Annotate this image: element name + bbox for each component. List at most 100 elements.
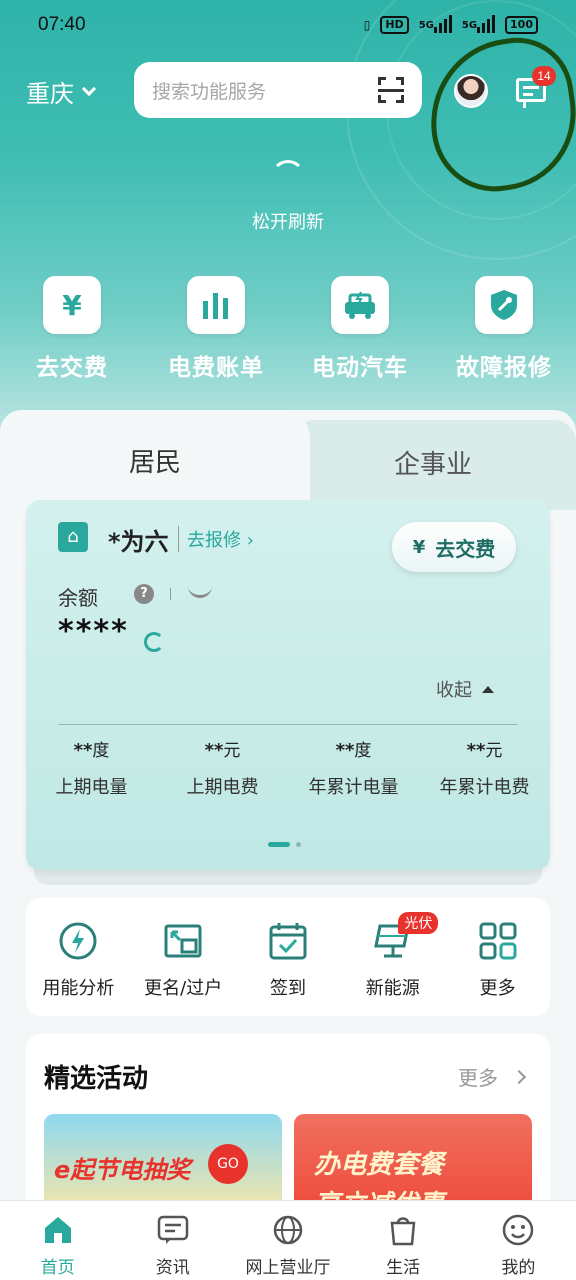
section-title: 精选活动 bbox=[44, 1064, 149, 1094]
nav-label: 首页 bbox=[40, 1258, 75, 1278]
home-icon: ⌂ bbox=[58, 522, 88, 552]
service-transfer[interactable]: 更名/过户 bbox=[131, 920, 236, 1016]
activity-banner-package[interactable]: 办电费套餐 享立减优惠 bbox=[294, 1114, 532, 1214]
pay-button[interactable]: ¥ 去交费 bbox=[392, 522, 516, 572]
nav-label: 我的 bbox=[501, 1258, 536, 1278]
quick-action-label: 电费账单 bbox=[168, 355, 264, 381]
main-panel: 企事业 居民 ⌂ *为六 去报修 › ¥ 去交费 余额 ? **** 收起 **… bbox=[0, 410, 576, 1234]
nav-news[interactable]: 资讯 bbox=[115, 1201, 230, 1280]
quick-action-label: 去交费 bbox=[36, 355, 108, 381]
refresh-icon[interactable] bbox=[144, 632, 164, 652]
service-new-energy[interactable]: 新能源 光伏 bbox=[340, 912, 445, 1016]
balance-value: **** bbox=[58, 614, 129, 649]
energy-analysis-icon bbox=[59, 922, 97, 960]
go-badge: GO bbox=[208, 1144, 248, 1184]
stat-year-fee: **元 年累计电费 bbox=[419, 736, 550, 799]
tab-resident[interactable]: 居民 bbox=[0, 410, 310, 510]
city-selector[interactable]: 重庆 bbox=[26, 74, 97, 109]
stat-unit: 元 bbox=[223, 741, 241, 761]
bottom-nav: 首页 资讯 网上营业厅 生活 我的 bbox=[0, 1200, 576, 1280]
quick-action-pay[interactable]: ¥ 去交费 bbox=[0, 276, 144, 382]
home-icon bbox=[44, 1217, 71, 1243]
stat-label: 年累计电量 bbox=[308, 777, 399, 798]
yen-icon: ¥ bbox=[412, 536, 426, 558]
loading-spinner-icon bbox=[271, 160, 305, 194]
quick-actions: ¥ 去交费 电费账单 电动汽车 故障报修 bbox=[0, 276, 576, 382]
ev-car-icon bbox=[331, 276, 389, 334]
stat-value: ** bbox=[466, 740, 486, 761]
stat-value: ** bbox=[335, 740, 355, 761]
pay-button-label: 去交费 bbox=[435, 536, 496, 561]
shield-wrench-icon bbox=[475, 276, 533, 334]
pull-refresh-text: 松开刷新 bbox=[252, 212, 324, 233]
banner-text: 办电费套餐 bbox=[314, 1150, 445, 1180]
battery-icon: 100 bbox=[505, 16, 538, 34]
grid-icon bbox=[479, 922, 517, 960]
stat-unit: 度 bbox=[354, 741, 372, 761]
stat-last-usage: **度 上期电量 bbox=[26, 736, 157, 799]
nav-label: 网上营业厅 bbox=[245, 1258, 331, 1278]
divider bbox=[170, 588, 171, 600]
calendar-check-icon bbox=[269, 923, 307, 960]
carousel-indicator bbox=[268, 842, 301, 847]
carousel-dot-active bbox=[268, 842, 290, 847]
usage-stats: **度 上期电量 **元 上期电费 **度 年累计电量 **元 年累计电费 bbox=[26, 736, 550, 799]
search-input[interactable]: 搜索功能服务 bbox=[134, 62, 422, 118]
city-label: 重庆 bbox=[26, 80, 74, 108]
service-checkin[interactable]: 签到 bbox=[236, 920, 341, 1016]
stat-value: ** bbox=[73, 740, 93, 761]
divider bbox=[58, 724, 518, 725]
banner-text: e起节电抽奖 bbox=[54, 1156, 191, 1184]
stat-unit: 元 bbox=[485, 741, 503, 761]
service-more[interactable]: 更多 bbox=[445, 920, 550, 1016]
service-label: 更名/过户 bbox=[144, 978, 223, 999]
quick-action-ev[interactable]: 电动汽车 bbox=[288, 276, 432, 382]
bag-icon bbox=[390, 1217, 416, 1246]
triangle-up-icon bbox=[482, 685, 494, 693]
eye-closed-icon[interactable] bbox=[188, 586, 212, 598]
nav-online-hall[interactable]: 网上营业厅 bbox=[230, 1201, 345, 1280]
activity-banner-lottery[interactable]: e起节电抽奖 GO bbox=[44, 1114, 282, 1214]
collapse-toggle[interactable]: 收起 bbox=[436, 676, 494, 702]
repair-link[interactable]: 去报修 › bbox=[178, 526, 254, 552]
stat-unit: 度 bbox=[92, 741, 110, 761]
quick-action-label: 故障报修 bbox=[456, 355, 552, 381]
transfer-icon bbox=[164, 924, 202, 958]
stat-label: 年累计电费 bbox=[439, 777, 530, 798]
service-label: 更多 bbox=[479, 978, 516, 999]
stat-label: 上期电费 bbox=[186, 777, 259, 798]
search-placeholder: 搜索功能服务 bbox=[152, 80, 267, 103]
service-grid: 用能分析 更名/过户 签到 新能源 光伏 更多 bbox=[26, 898, 550, 1016]
scan-icon[interactable] bbox=[378, 77, 404, 103]
bar-chart-icon bbox=[187, 276, 245, 334]
account-name: *为六 bbox=[108, 528, 169, 556]
tab-enterprise[interactable]: 企事业 bbox=[290, 420, 576, 510]
profile-icon bbox=[503, 1214, 534, 1246]
quick-action-label: 电动汽车 bbox=[312, 355, 408, 381]
service-energy-analysis[interactable]: 用能分析 bbox=[26, 920, 131, 1016]
quick-action-bill[interactable]: 电费账单 bbox=[144, 276, 288, 382]
stat-value: ** bbox=[204, 740, 224, 761]
more-link[interactable]: 更多 bbox=[458, 1062, 527, 1091]
nav-life[interactable]: 生活 bbox=[346, 1201, 461, 1280]
nav-profile[interactable]: 我的 bbox=[461, 1201, 576, 1280]
chevron-right-icon bbox=[511, 1069, 527, 1084]
status-time: 07:40 bbox=[38, 14, 86, 35]
solar-badge: 光伏 bbox=[398, 912, 439, 934]
signal-icon: 5G bbox=[419, 14, 452, 36]
yen-icon: ¥ bbox=[43, 276, 101, 334]
nav-label: 资讯 bbox=[155, 1258, 190, 1278]
balance-label: 余额 bbox=[58, 586, 98, 610]
collapse-label: 收起 bbox=[436, 680, 472, 701]
help-icon[interactable]: ? bbox=[134, 584, 154, 604]
nav-label: 生活 bbox=[386, 1258, 421, 1278]
stat-last-fee: **元 上期电费 bbox=[157, 736, 288, 799]
service-label: 签到 bbox=[269, 978, 306, 999]
quick-action-repair[interactable]: 故障报修 bbox=[432, 276, 576, 382]
nav-home[interactable]: 首页 bbox=[0, 1201, 115, 1280]
chevron-down-icon bbox=[81, 81, 97, 96]
account-card: ⌂ *为六 去报修 › ¥ 去交费 余额 ? **** 收起 **度 上期电量 … bbox=[26, 500, 550, 870]
service-label: 新能源 bbox=[365, 978, 420, 999]
hd-icon: HD bbox=[380, 16, 409, 34]
news-icon bbox=[157, 1215, 189, 1244]
